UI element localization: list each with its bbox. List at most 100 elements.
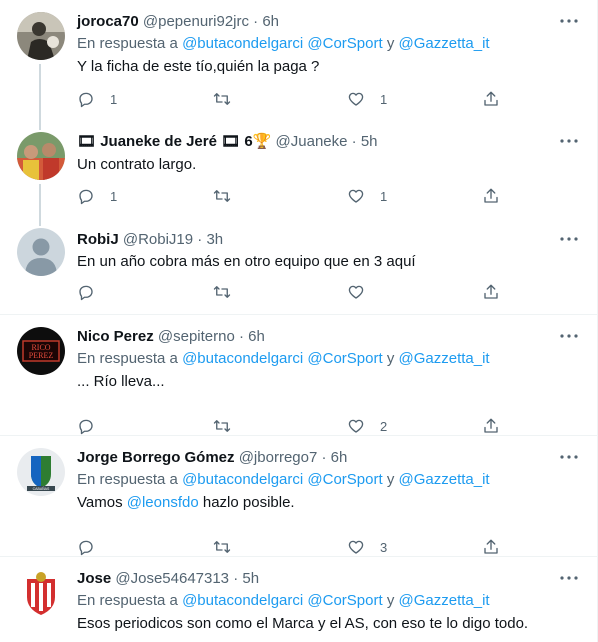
- share-icon: [484, 284, 498, 299]
- more-icon[interactable]: [557, 130, 581, 152]
- mention-link[interactable]: @CorSport: [307, 35, 382, 52]
- reply-conj: y: [386, 471, 395, 488]
- more-icon[interactable]: [557, 10, 581, 32]
- like-icon: [348, 540, 364, 554]
- mention-link[interactable]: @leonsfdo: [127, 494, 199, 511]
- like-button[interactable]: 3: [347, 536, 387, 558]
- retweet-button[interactable]: [213, 415, 246, 437]
- display-name[interactable]: Jorge Borrego Gómez: [77, 449, 235, 466]
- svg-text:CABAÑAS: CABAÑAS: [33, 486, 50, 491]
- more-icon[interactable]: [557, 446, 581, 468]
- dot-separator: ·: [253, 13, 259, 30]
- reply-button[interactable]: 1: [77, 88, 117, 110]
- like-button[interactable]: 2: [347, 415, 387, 437]
- display-name[interactable]: Nico Perez: [77, 328, 154, 345]
- like-icon: [348, 285, 364, 299]
- display-name[interactable]: RobiJ: [77, 231, 119, 248]
- mention-link[interactable]: @CorSport: [307, 471, 382, 488]
- handle[interactable]: @RobiJ19: [123, 231, 193, 248]
- dot-separator: ·: [233, 570, 239, 587]
- reply-button[interactable]: [77, 536, 110, 558]
- tweet-text: Vamos @leonsfdo hazlo posible.: [77, 493, 295, 513]
- dot-separator: ·: [321, 449, 327, 466]
- share-button[interactable]: [482, 281, 500, 303]
- like-icon: [348, 92, 364, 106]
- mention-link[interactable]: @Gazzetta_it: [398, 35, 489, 52]
- tweet[interactable]: Jose @Jose54647313 · 5h En respuesta a @…: [0, 557, 597, 642]
- thread-line: [39, 120, 41, 130]
- retweet-button[interactable]: [213, 536, 246, 558]
- mention-link[interactable]: @butacondelgarci: [182, 35, 303, 52]
- handle[interactable]: @Jose54647313: [115, 570, 229, 587]
- reply-prefix: En respuesta a: [77, 471, 178, 488]
- timestamp[interactable]: 6h: [248, 328, 265, 345]
- tweet[interactable]: RobiJ @RobiJ19 · 3h En un año cobra más …: [0, 220, 597, 314]
- share-button[interactable]: [482, 88, 500, 110]
- display-name[interactable]: Jose: [77, 570, 111, 587]
- reply-icon: [79, 285, 93, 301]
- tweet-header: RobiJ @RobiJ19 · 3h: [77, 230, 223, 250]
- more-icon[interactable]: [557, 325, 581, 347]
- tweet[interactable]: 🎞 Juaneke de Jeré 🎞 6🏆 @Juaneke · 5h Un …: [0, 120, 597, 220]
- timestamp[interactable]: 6h: [331, 449, 348, 466]
- tweet-text: En un año cobra más en otro equipo que e…: [77, 253, 416, 270]
- more-icon[interactable]: [557, 567, 581, 589]
- mention-link[interactable]: @butacondelgarci: [182, 471, 303, 488]
- share-button[interactable]: [482, 536, 500, 558]
- mention-link[interactable]: @butacondelgarci: [182, 592, 303, 609]
- like-button[interactable]: 1: [347, 185, 387, 207]
- reply-icon: [79, 92, 93, 108]
- avatar[interactable]: CABAÑAS: [17, 448, 65, 496]
- reply-count: 1: [110, 91, 118, 107]
- like-button[interactable]: 1: [347, 88, 387, 110]
- display-name[interactable]: joroca70: [77, 13, 139, 30]
- handle[interactable]: @Juaneke: [276, 133, 348, 150]
- display-name[interactable]: 🎞 Juaneke de Jeré 🎞 6🏆: [77, 133, 271, 150]
- tweet[interactable]: CABAÑAS Jorge Borrego Gómez @jborrego7 ·…: [0, 436, 597, 556]
- share-button[interactable]: [482, 185, 500, 207]
- mention-link[interactable]: @CorSport: [307, 350, 382, 367]
- like-count: 1: [380, 91, 388, 107]
- tweet[interactable]: joroca70 @pepenuri92jrc · 6h En respuest…: [0, 0, 597, 120]
- tweet[interactable]: RICO PEREZ Nico Perez @sepiterno · 6h En…: [0, 315, 597, 435]
- mention-link[interactable]: @butacondelgarci: [182, 350, 303, 367]
- like-button[interactable]: [347, 281, 380, 303]
- handle[interactable]: @jborrego7: [239, 449, 318, 466]
- mention-link[interactable]: @Gazzetta_it: [398, 592, 489, 609]
- reply-conj: y: [386, 350, 395, 367]
- share-icon: [484, 188, 498, 203]
- handle[interactable]: @sepiterno: [158, 328, 235, 345]
- avatar[interactable]: [17, 132, 65, 180]
- retweet-button[interactable]: [213, 185, 246, 207]
- tweet-text-part: Vamos: [77, 494, 123, 511]
- like-icon: [348, 189, 364, 203]
- timestamp[interactable]: 3h: [206, 231, 223, 248]
- mention-link[interactable]: @Gazzetta_it: [398, 350, 489, 367]
- avatar[interactable]: [17, 12, 65, 60]
- reply-conj: y: [386, 592, 395, 609]
- tweet-header: Nico Perez @sepiterno · 6h: [77, 327, 265, 347]
- mention-link[interactable]: @CorSport: [307, 592, 382, 609]
- reply-button[interactable]: [77, 415, 110, 437]
- retweet-button[interactable]: [213, 281, 246, 303]
- timestamp[interactable]: 5h: [242, 570, 259, 587]
- more-icon[interactable]: [557, 228, 581, 250]
- reply-button[interactable]: [77, 281, 110, 303]
- avatar[interactable]: [17, 569, 65, 617]
- retweet-button[interactable]: [213, 88, 246, 110]
- replying-to: En respuesta a @butacondelgarci @CorSpor…: [77, 591, 490, 611]
- avatar[interactable]: RICO PEREZ: [17, 327, 65, 375]
- timestamp[interactable]: 5h: [361, 133, 378, 150]
- dot-separator: ·: [238, 328, 244, 345]
- tweet-header: joroca70 @pepenuri92jrc · 6h: [77, 12, 279, 32]
- handle[interactable]: @pepenuri92jrc: [143, 13, 249, 30]
- reply-icon: [79, 419, 93, 435]
- timestamp[interactable]: 6h: [262, 13, 279, 30]
- reply-button[interactable]: 1: [77, 185, 117, 207]
- mention-link[interactable]: @Gazzetta_it: [398, 471, 489, 488]
- action-bar: 1 1: [77, 88, 507, 110]
- action-bar: 1 1: [77, 185, 507, 207]
- avatar[interactable]: [17, 228, 65, 276]
- share-button[interactable]: [482, 415, 500, 437]
- thread-line: [39, 184, 41, 220]
